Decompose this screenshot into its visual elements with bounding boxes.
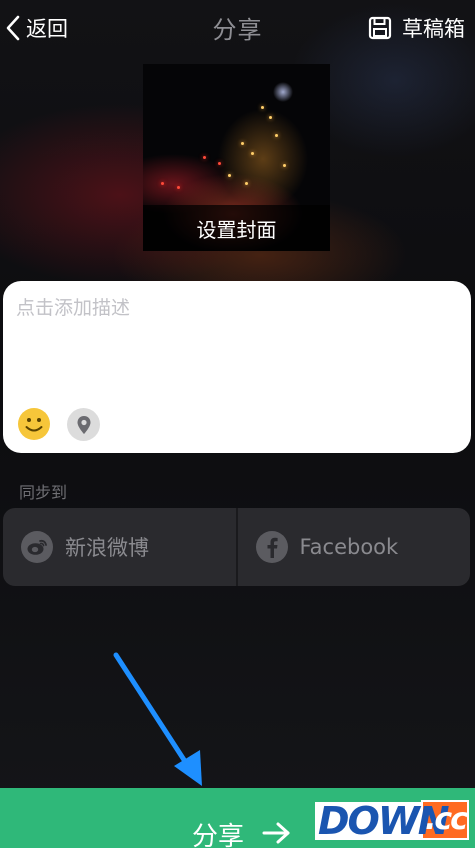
watermark-suffix: .cc — [425, 802, 468, 837]
share-screen: 返回 分享 草稿箱 设置封面 点击添加描述 同步到 新浪微博 Facebook … — [0, 0, 475, 848]
annotation-arrow — [113, 652, 202, 786]
arrow-right-icon — [262, 821, 292, 848]
share-label: 分享 — [192, 822, 245, 848]
watermark-logo: DOWN .cc — [315, 800, 470, 846]
